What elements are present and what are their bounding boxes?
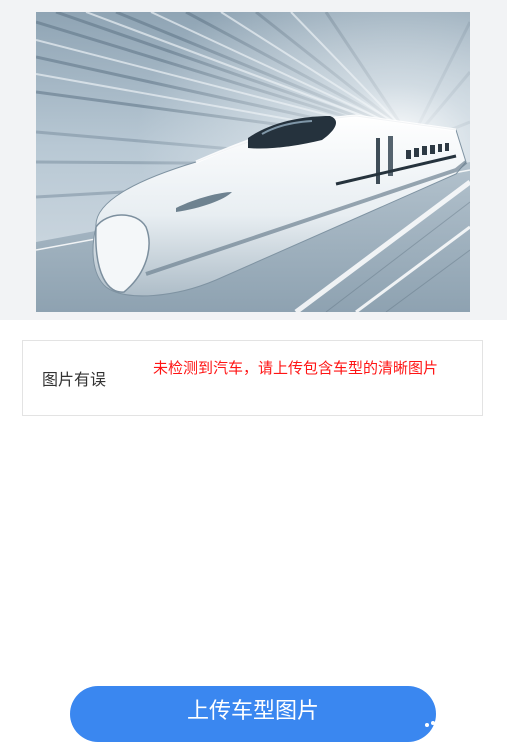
result-label: 图片有误 — [42, 370, 107, 389]
upload-car-photo-button[interactable]: 上传车型图片 — [70, 686, 436, 742]
photo-panel — [0, 0, 507, 320]
error-message: 未检测到汽车，请上传包含车型的清晰图片 — [153, 359, 439, 377]
detection-result-card: 图片有误 未检测到汽车，请上传包含车型的清晰图片 — [22, 340, 483, 416]
uploaded-photo — [36, 12, 470, 312]
upload-button-label: 上传车型图片 — [186, 699, 319, 724]
watermark-icon — [425, 721, 441, 727]
